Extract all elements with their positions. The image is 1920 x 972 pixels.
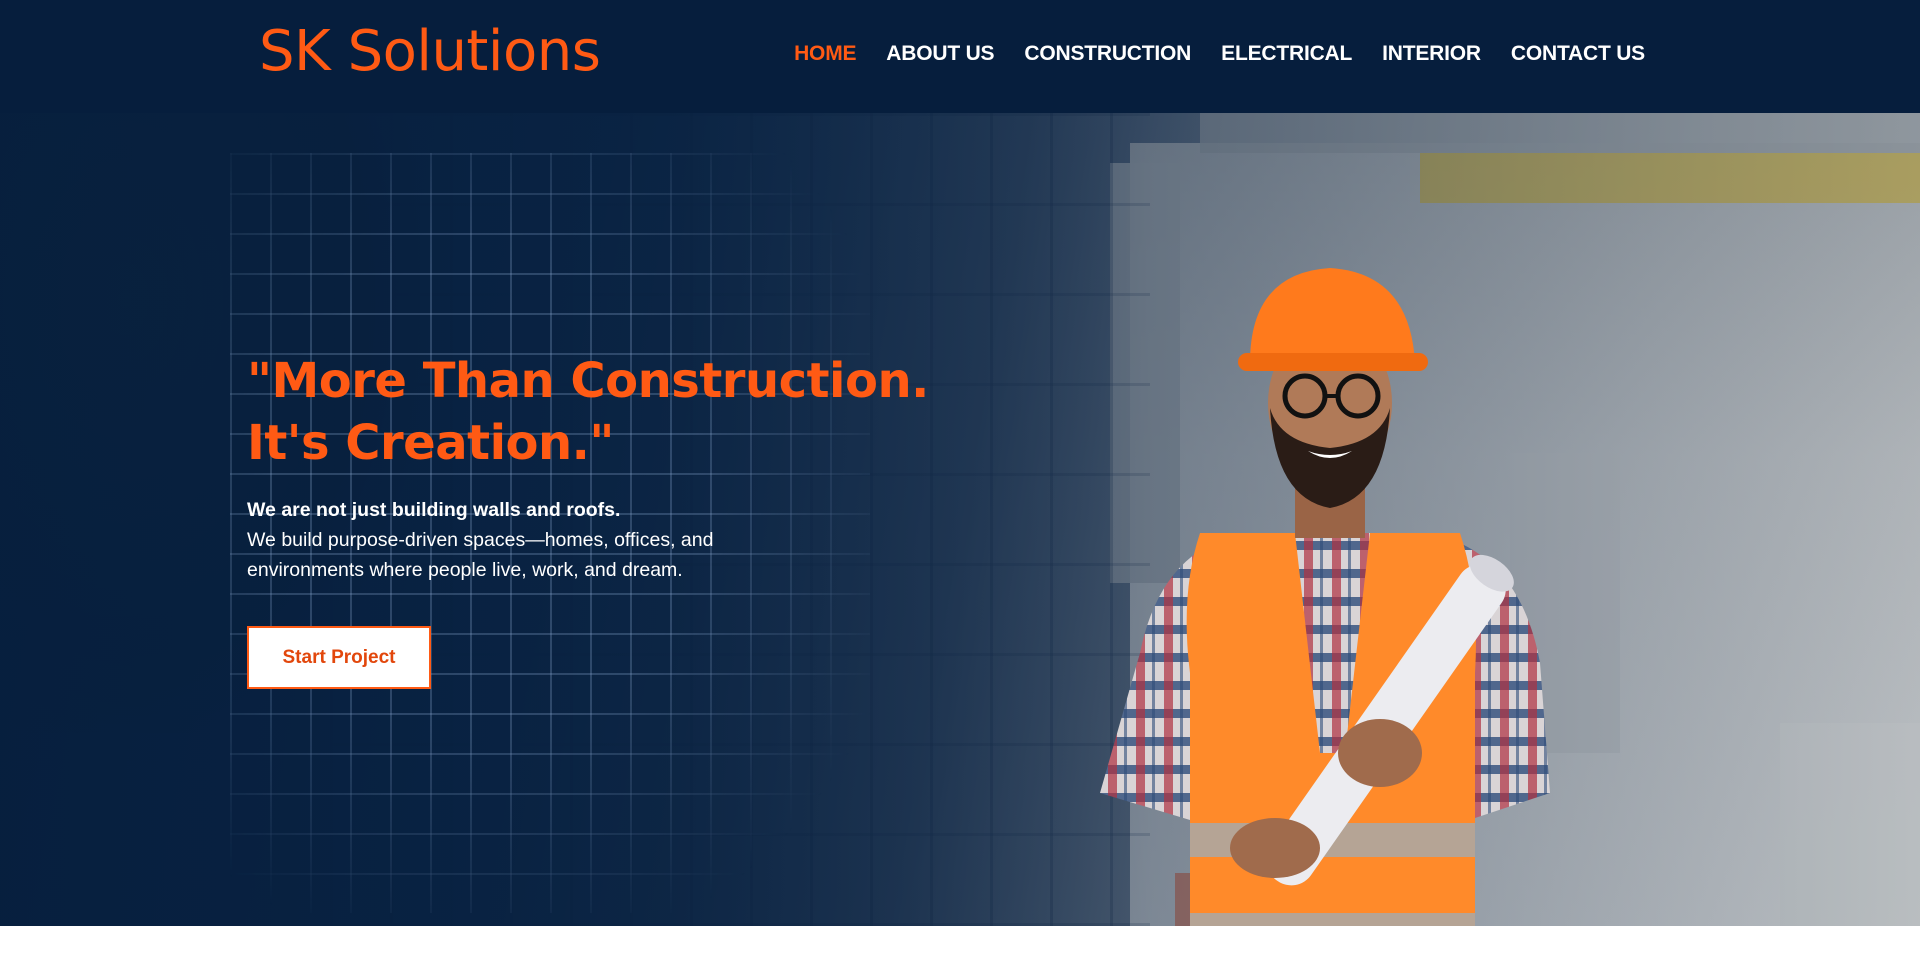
nav-construction[interactable]: CONSTRUCTION	[1024, 40, 1191, 68]
site-logo[interactable]: SK Solutions	[259, 18, 601, 86]
construction-worker-image	[1100, 268, 1550, 926]
nav-interior[interactable]: INTERIOR	[1382, 40, 1481, 68]
nav-about-us[interactable]: ABOUT US	[886, 40, 994, 68]
site-header: SK Solutions HOME ABOUT US CONSTRUCTION …	[0, 0, 1920, 113]
hero-subtitle: We are not just building walls and roofs…	[247, 495, 807, 585]
main-nav: HOME ABOUT US CONSTRUCTION ELECTRICAL IN…	[764, 40, 1645, 68]
nav-contact-us[interactable]: CONTACT US	[1511, 40, 1645, 68]
hero-section: "More Than Construction. It's Creation."…	[0, 113, 1920, 926]
hero-headline-line2: It's Creation."	[247, 415, 614, 471]
start-project-button[interactable]: Start Project	[247, 626, 431, 689]
hero-headline-line1: "More Than Construction.	[247, 353, 929, 409]
hero-subtitle-strong: We are not just building walls and roofs…	[247, 499, 621, 521]
content-area-start	[0, 926, 1920, 972]
hero-headline: "More Than Construction. It's Creation."	[247, 350, 947, 474]
nav-home[interactable]: HOME	[794, 40, 856, 68]
hero-subtitle-text: We build purpose-driven spaces—homes, of…	[247, 529, 714, 581]
nav-electrical[interactable]: ELECTRICAL	[1221, 40, 1352, 68]
